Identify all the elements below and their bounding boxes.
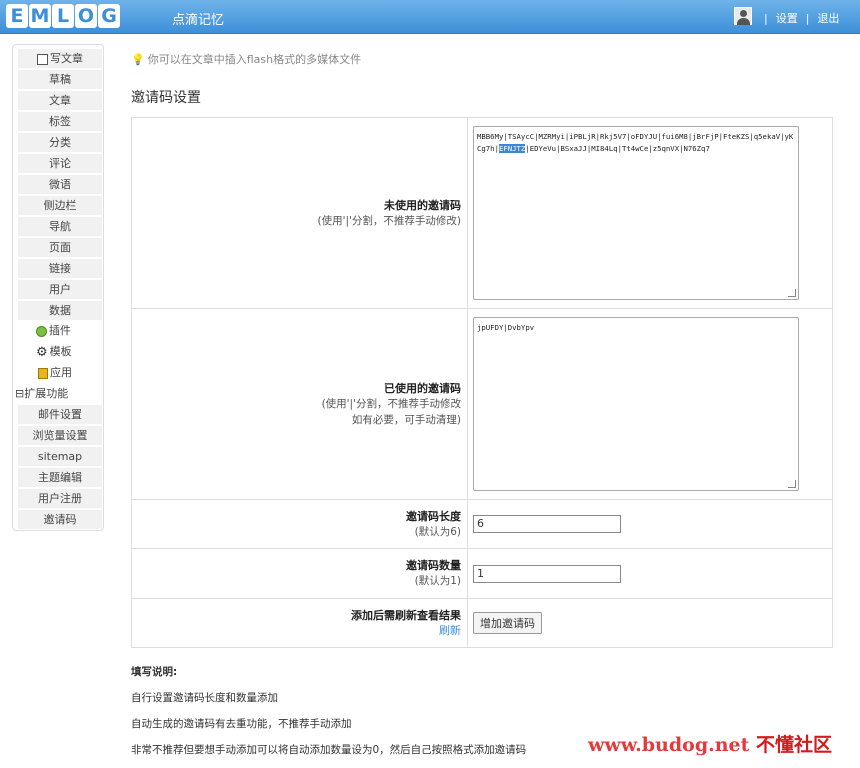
settings-link[interactable]: 设置	[776, 12, 798, 25]
form-row-used: 已使用的邀请码 (使用'|'分割，不推荐手动修改 如有必要，可手动清理) jpU…	[131, 308, 833, 500]
sidebar-item-mail-settings[interactable]: 邮件设置	[18, 405, 102, 424]
logo-letter: L	[52, 4, 74, 28]
sidebar-item-views-settings[interactable]: 浏览量设置	[18, 426, 102, 445]
page-title: 邀请码设置	[131, 90, 201, 106]
used-codes-hint: (使用'|'分割，不推荐手动修改	[321, 397, 461, 410]
logo-letter: O	[75, 4, 97, 28]
code-count-input[interactable]: 1	[473, 564, 621, 583]
instruction-line: 自行设置邀请码长度和数量添加	[131, 692, 278, 704]
sidebar-item-write[interactable]: 写文章	[18, 49, 102, 68]
top-links: | 设置 | 退出	[760, 10, 843, 26]
sidebar-item-comments[interactable]: 评论	[18, 154, 102, 173]
sidebar-item-categories[interactable]: 分类	[18, 133, 102, 152]
field-cell: 6	[467, 499, 833, 549]
logo-letter: G	[98, 4, 120, 28]
blog-name-link[interactable]: 点滴记忆	[172, 9, 224, 28]
form-row-add: 添加后需刷新查看结果 刷新 增加邀请码	[131, 598, 833, 648]
extensions-toggle[interactable]: ⊟扩展功能	[13, 384, 97, 403]
plugin-icon	[36, 325, 47, 337]
resize-handle[interactable]	[788, 480, 796, 488]
unused-codes-label: 未使用的邀请码	[384, 198, 461, 212]
separator: |	[764, 12, 768, 25]
field-label: 添加后需刷新查看结果 刷新	[131, 598, 468, 648]
sidebar-item-plugins[interactable]: 插件	[18, 321, 102, 340]
field-cell: 1	[467, 548, 833, 599]
form-row-length: 邀请码长度 (默认为6) 6	[131, 499, 833, 549]
instruction-line: 非常不推荐但要想手动添加可以将自动添加数量设为0，然后自己按照格式添加邀请码	[131, 744, 527, 756]
used-codes-label: 已使用的邀请码	[384, 381, 461, 395]
code-count-label: 邀请码数量	[406, 559, 461, 572]
sidebar-item-links[interactable]: 链接	[18, 259, 102, 278]
gear-icon: ⚙	[36, 344, 48, 360]
watermark-cn: 不懂社区	[756, 734, 833, 756]
sidebar-item-templates[interactable]: ⚙ 模板	[18, 342, 102, 361]
sidebar-item-users[interactable]: 用户	[18, 280, 102, 299]
unused-codes-hint: (使用'|'分割，不推荐手动修改)	[317, 214, 461, 227]
refresh-link[interactable]: 刷新	[439, 624, 461, 637]
unused-codes-textarea[interactable]: MBB6My|TSAycC|MZRMyi|iPBLjR|Rkj5V7|oFDYJ…	[473, 126, 799, 300]
top-bar: E M L O G 点滴记忆 | 设置 | 退出	[0, 0, 860, 34]
codes-text: |EDYeVu|BSxaJJ|MI84Lq|Tt4wCe|z5qnVX|N76Z…	[525, 144, 710, 153]
sidebar-item-tags[interactable]: 标签	[18, 112, 102, 131]
field-cell: MBB6My|TSAycC|MZRMyi|iPBLjR|Rkj5V7|oFDYJ…	[467, 117, 833, 309]
code-count-hint: (默认为1)	[414, 575, 461, 587]
sidebar-item-sitemap[interactable]: sitemap	[18, 447, 102, 466]
used-codes-textarea[interactable]: jpUFDY|DvbYpv	[473, 317, 799, 491]
sidebar: 写文章 草稿 文章 标签 分类 评论 微语 侧边栏 导航 页面 链接 用户 数据…	[12, 44, 104, 531]
sidebar-item-data[interactable]: 数据	[18, 301, 102, 320]
app-icon	[38, 367, 48, 379]
sidebar-item-label: 写文章	[50, 52, 83, 65]
form-row-unused: 未使用的邀请码 (使用'|'分割，不推荐手动修改) MBB6My|TSAycC|…	[131, 117, 833, 309]
tip-message: 💡 你可以在文章中插入flash格式的多媒体文件	[131, 51, 361, 67]
codes-text: jpUFDY|DvbYpv	[477, 323, 535, 332]
field-label: 未使用的邀请码 (使用'|'分割，不推荐手动修改)	[131, 117, 468, 309]
logout-link[interactable]: 退出	[817, 12, 839, 25]
sidebar-item-widgets[interactable]: 侧边栏	[18, 196, 102, 215]
code-length-input[interactable]: 6	[473, 515, 621, 533]
sidebar-item-apps[interactable]: 应用	[18, 363, 102, 382]
form-row-count: 邀请码数量 (默认为1) 1	[131, 548, 833, 599]
add-invite-code-button[interactable]: 增加邀请码	[473, 612, 542, 634]
sidebar-item-label: 模板	[49, 345, 72, 358]
sidebar-item-articles[interactable]: 文章	[18, 91, 102, 110]
field-label: 邀请码长度 (默认为6)	[131, 499, 468, 549]
field-cell: jpUFDY|DvbYpv	[467, 308, 833, 500]
sidebar-item-label: 插件	[49, 324, 71, 337]
instructions-title: 填写说明:	[131, 666, 178, 678]
sidebar-item-user-register[interactable]: 用户注册	[18, 489, 102, 508]
watermark: www.budog.net 不懂社区	[588, 730, 832, 757]
field-label: 邀请码数量 (默认为1)	[131, 548, 468, 599]
avatar-icon[interactable]	[734, 7, 752, 25]
pencil-icon	[37, 53, 48, 65]
code-length-label: 邀请码长度	[406, 509, 461, 523]
sidebar-item-label: 应用	[50, 366, 72, 379]
instructions: 填写说明: 自行设置邀请码长度和数量添加 自动生成的邀请码有去重功能，不推荐手动…	[131, 664, 526, 768]
watermark-url: www.budog.net	[588, 734, 750, 756]
field-label: 已使用的邀请码 (使用'|'分割，不推荐手动修改 如有必要，可手动清理)	[131, 308, 468, 500]
sidebar-item-invite-code[interactable]: 邀请码	[18, 510, 102, 529]
code-length-hint: (默认为6)	[414, 525, 461, 538]
used-codes-hint-2: 如有必要，可手动清理)	[351, 413, 461, 426]
instruction-line: 自动生成的邀请码有去重功能，不推荐手动添加	[131, 718, 352, 730]
logo-letter: E	[6, 4, 28, 28]
sidebar-item-drafts[interactable]: 草稿	[18, 70, 102, 89]
field-cell: 增加邀请码	[467, 598, 833, 648]
separator: |	[805, 12, 810, 25]
sidebar-item-navigation[interactable]: 导航	[18, 217, 102, 236]
sidebar-item-pages[interactable]: 页面	[18, 238, 102, 257]
logo-letter: M	[29, 4, 51, 28]
sidebar-item-theme-editor[interactable]: 主题编辑	[18, 468, 102, 487]
tip-text: 你可以在文章中插入flash格式的多媒体文件	[147, 53, 362, 66]
sidebar-item-twitter[interactable]: 微语	[18, 175, 102, 194]
invite-code-form: 未使用的邀请码 (使用'|'分割，不推荐手动修改) MBB6My|TSAycC|…	[131, 117, 833, 648]
selected-text: EFNJTZ	[498, 144, 526, 153]
lightbulb-icon: 💡	[131, 53, 145, 66]
add-note-label: 添加后需刷新查看结果	[351, 609, 461, 622]
emlog-logo[interactable]: E M L O G	[6, 4, 120, 30]
resize-handle[interactable]	[788, 289, 796, 297]
